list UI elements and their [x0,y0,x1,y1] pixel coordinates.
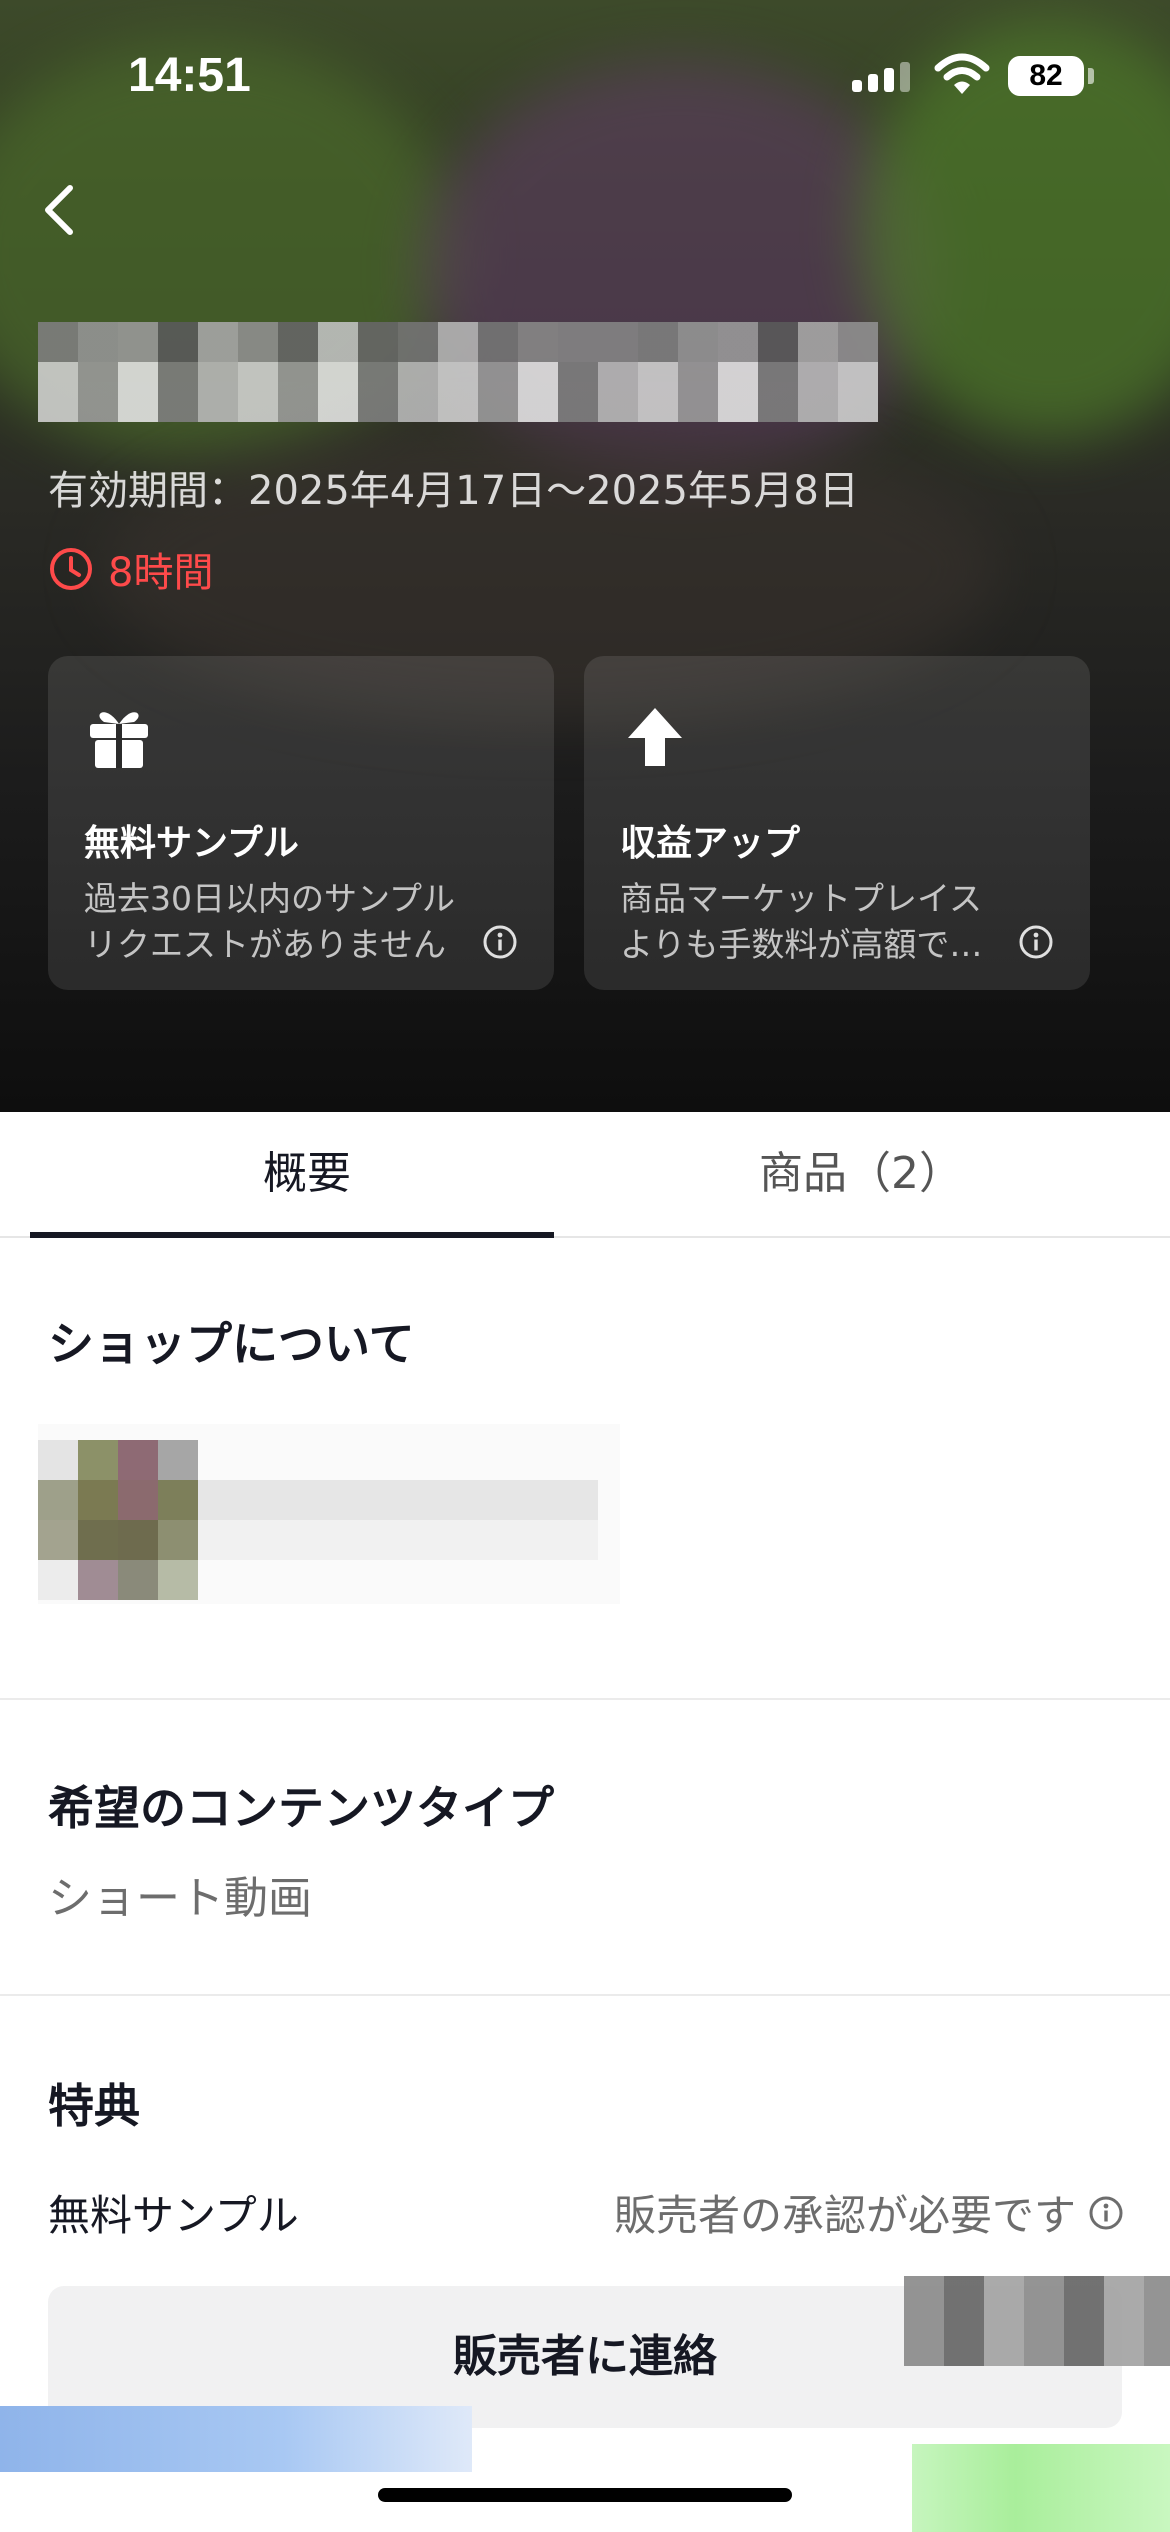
benefit-free-sample-status[interactable]: 販売者の承認が必要です [614,2182,1124,2243]
clock-icon [50,548,92,590]
content-type-title: 希望のコンテンツタイプ [48,1781,554,1835]
home-indicator[interactable] [378,2488,792,2502]
validity-period: 有効期間：2025年4月17日～2025年5月8日 [48,468,859,514]
wifi-icon [934,53,990,94]
battery-indicator: 82 [1008,56,1084,96]
status-time: 14:51 [128,49,251,102]
countdown-timer: 8時間 [48,540,213,598]
cellular-signal-icon [852,62,912,92]
active-tab-indicator [30,1232,554,1238]
campaign-hero: 14:51 82 有効期間：2025年4月17日～2025年5月8日 8時間 無… [0,0,1170,1112]
benefit-free-sample-label: 無料サンプル [48,2191,299,2240]
section-divider [0,1994,1170,1996]
card-title: 収益アップ [620,823,801,864]
back-arrow-icon[interactable] [30,178,94,242]
content-type-value: ショート動画 [48,1873,312,1924]
card-description: 過去30日以内のサンプルリクエストがありません [84,879,456,964]
gift-icon [90,712,148,768]
redacted-overlay [912,2444,1170,2532]
countdown-text: 8時間 [108,550,214,596]
higher-earnings-card[interactable]: 収益アップ 商品マーケットプレイスよりも手数料が高額で… [584,656,1090,990]
card-description: 商品マーケットプレイスよりも手数料が高額で… [620,879,983,964]
section-divider [0,1698,1170,1700]
about-shop-title: ショップについて [48,1317,415,1371]
info-icon[interactable] [482,924,518,960]
tab-bar: 概要 商品（2） [0,1112,1170,1238]
campaign-title-redacted [38,322,878,422]
shop-info-redacted[interactable] [38,1424,620,1604]
redacted-overlay [0,2406,472,2472]
arrow-up-icon [628,708,682,766]
benefit-status-text: 販売者の承認が必要です [613,2191,1076,2240]
free-sample-card[interactable]: 無料サンプル 過去30日以内のサンプルリクエストがありません [48,656,554,990]
battery-tip [1088,68,1094,84]
tab-overview[interactable]: 概要 [30,1112,584,1236]
benefits-title: 特典 [48,2079,140,2133]
info-icon[interactable] [1088,2195,1124,2231]
card-title: 無料サンプル [84,823,299,864]
tab-products[interactable]: 商品（2） [584,1112,1138,1236]
info-icon[interactable] [1018,924,1054,960]
redacted-overlay [904,2276,1170,2366]
